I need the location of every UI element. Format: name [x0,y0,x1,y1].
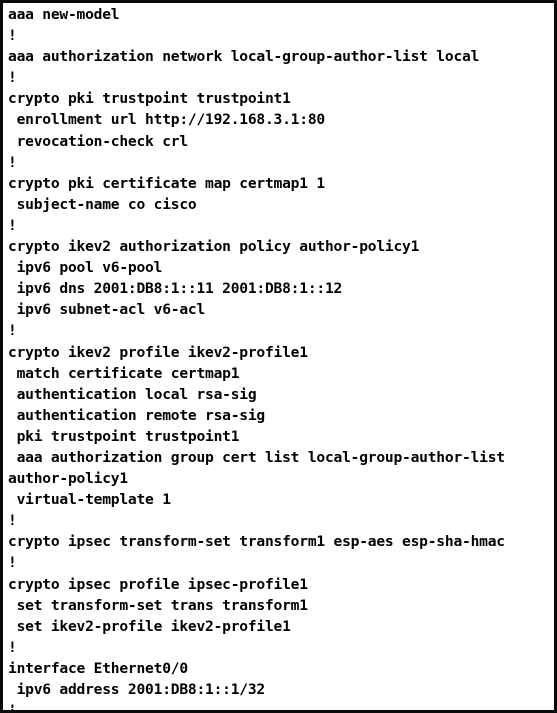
config-line: ! [8,153,17,171]
config-line: ipv6 subnet-acl v6-acl [8,301,206,319]
config-line: crypto pki certificate map certmap1 1 [8,174,325,192]
config-line: crypto ipsec transform-set transform1 es… [8,533,505,551]
config-line: ! [8,554,17,572]
config-line: crypto ipsec profile ipsec-profile1 [8,575,308,593]
config-line: author-policy1 [8,470,128,488]
config-line: ! [8,322,17,340]
config-line: set transform-set trans transform1 [8,596,308,614]
config-line: aaa new-model [8,6,120,23]
config-line: interface Ethernet0/0 [8,659,188,677]
config-line: authentication remote rsa-sig [8,406,266,424]
config-line: ! [8,69,17,87]
config-line: match certificate certmap1 [8,364,240,382]
config-line: ! [8,27,17,45]
config-line: aaa authorization group cert list local-… [8,448,506,466]
config-line: virtual-template 1 [8,491,171,509]
config-listing-text: aaa new-model! aaa authorization network … [8,4,551,710]
config-line: ! [8,702,17,713]
config-line: ! [8,512,17,530]
config-line: aaa authorization network local-group-au… [8,48,480,66]
config-line: ! [8,216,17,234]
config-line: crypto ikev2 authorization policy author… [8,238,420,256]
config-line: crypto pki trustpoint trustpoint1 [8,90,291,108]
config-listing-frame: aaa new-model! aaa authorization network … [0,0,557,713]
config-line: revocation-check crl [8,132,189,150]
config-line: set ikev2-profile ikev2-profile1 [8,617,291,635]
config-line: ! [8,638,17,656]
config-line: subject-name co cisco [8,195,197,213]
config-line: crypto ikev2 profile ikev2-profile1 [8,343,308,361]
config-line: pki trustpoint trustpoint1 [8,427,240,445]
config-line: ipv6 pool v6-pool [8,259,163,277]
config-line: enrollment url http://192.168.3.1:80 [8,111,326,129]
config-line: authentication local rsa-sig [8,385,257,403]
config-line: ipv6 dns 2001:DB8:1::11 2001:DB8:1::12 [8,280,343,298]
config-line: ipv6 address 2001:DB8:1::1/32 [8,681,266,698]
